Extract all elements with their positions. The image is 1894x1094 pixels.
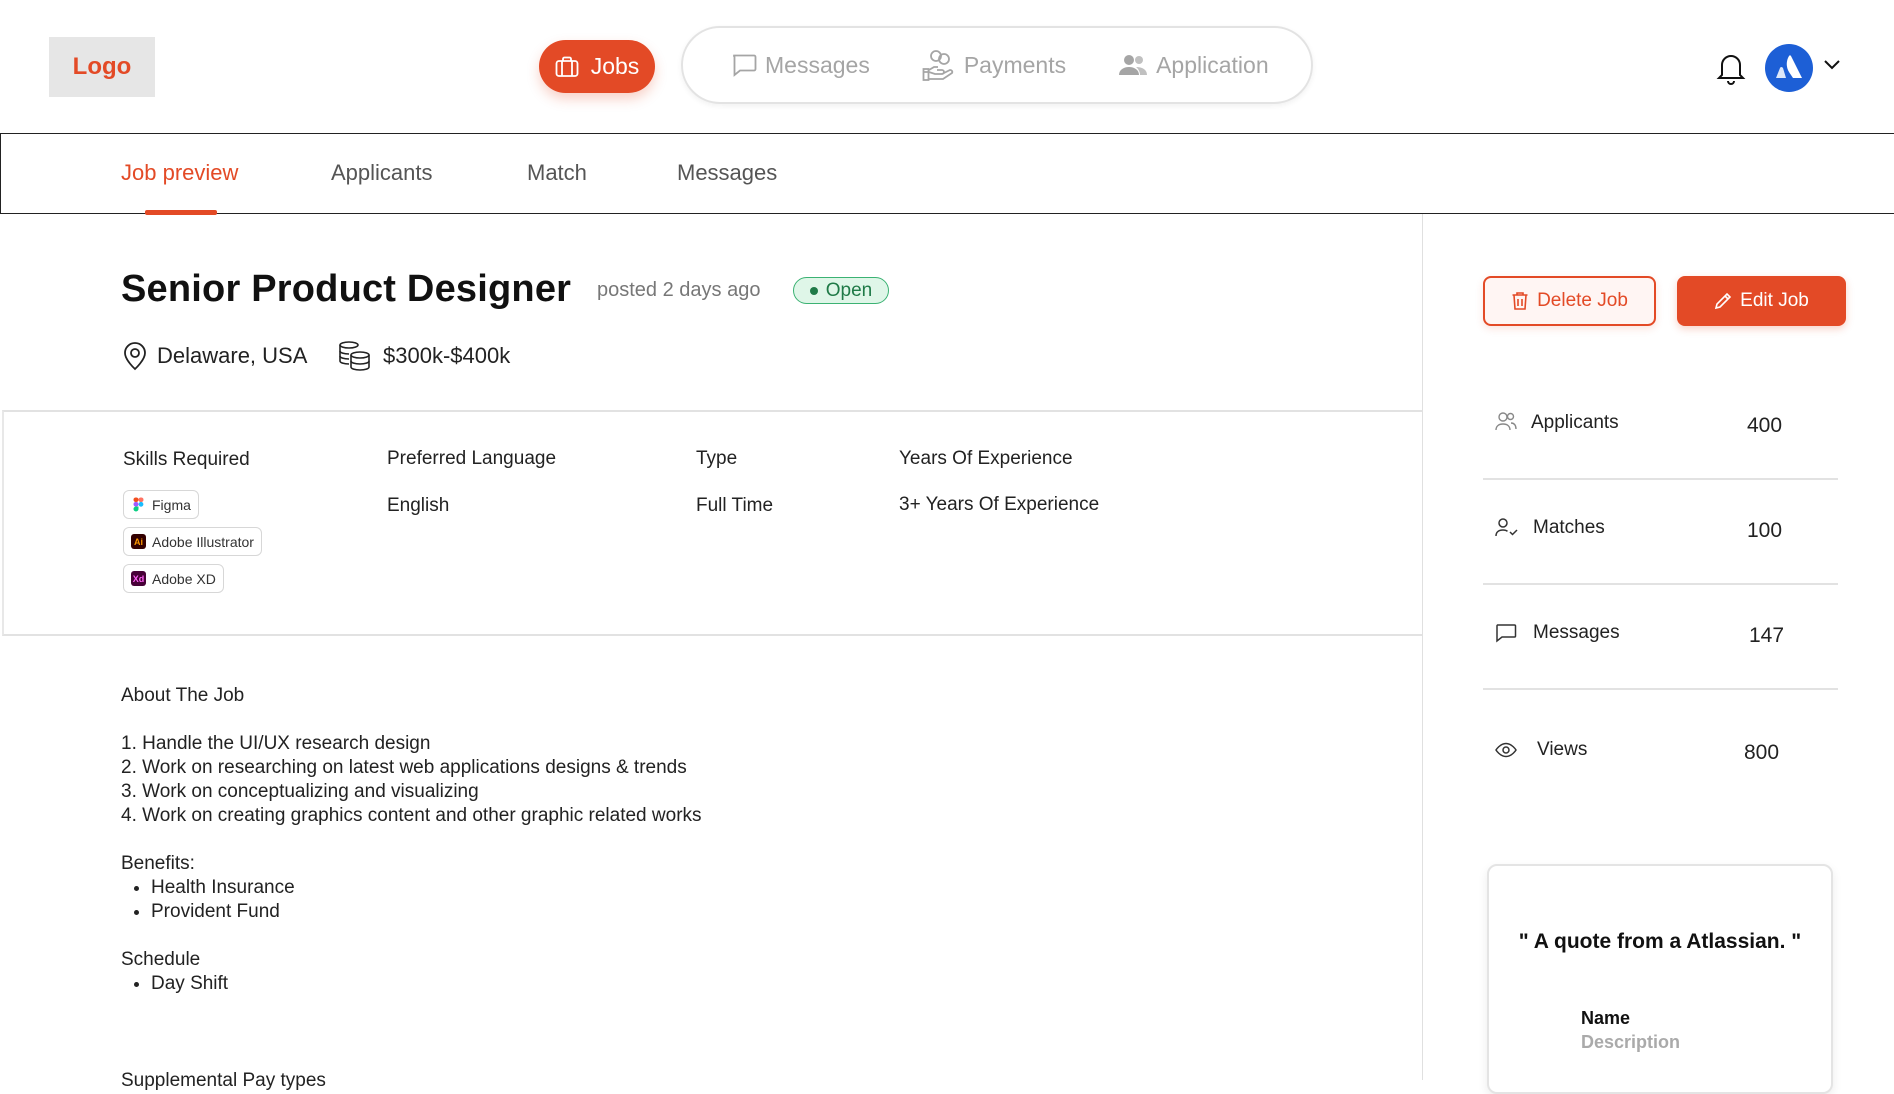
users-icon (1118, 53, 1148, 77)
edit-job-button[interactable]: Edit Job (1677, 276, 1846, 326)
job-title: Senior Product Designer (121, 268, 572, 310)
stat-messages: Messages 147 (1483, 585, 1838, 690)
stat-value: 147 (1749, 624, 1785, 647)
skill-tag-xd: Xd Adobe XD (123, 564, 224, 593)
tab-active-indicator (145, 210, 217, 215)
skill-figma-label: Figma (152, 496, 191, 513)
stat-label: Applicants (1531, 412, 1619, 433)
eye-icon (1495, 742, 1517, 758)
avatar[interactable] (1765, 44, 1813, 92)
message-icon (1495, 623, 1517, 643)
benefits-heading: Benefits: (121, 853, 195, 874)
nav-application-label: Application (1156, 51, 1269, 78)
tab-messages[interactable]: Messages (677, 160, 777, 186)
about-item: 1. Handle the UI/UX research design (121, 733, 431, 754)
nav-messages-label: Messages (765, 51, 870, 78)
nav-jobs-label: Jobs (590, 53, 640, 79)
status-label: Open (825, 279, 873, 301)
stat-value: 400 (1747, 414, 1783, 437)
stat-applicants: Applicants 400 (1483, 375, 1838, 480)
skill-xd-label: Adobe XD (152, 570, 216, 587)
quote-text: " A quote from a Atlassian. " (1518, 930, 1802, 953)
skill-tag-illustrator: Ai Adobe Illustrator (123, 527, 262, 556)
delete-job-button[interactable]: Delete Job (1483, 276, 1656, 326)
stat-views: Views 800 (1483, 690, 1838, 795)
logo[interactable]: Logo (49, 37, 155, 97)
quote-author-name: Name (1581, 1008, 1631, 1028)
nav-application[interactable]: Application (1118, 52, 1269, 79)
stat-label: Views (1537, 739, 1588, 760)
skill-tag-figma: Figma (123, 490, 199, 519)
tab-job-preview[interactable]: Job preview (121, 160, 238, 186)
trash-icon (1511, 291, 1529, 311)
briefcase-icon (555, 56, 579, 78)
nav-payments[interactable]: Payments (922, 48, 1066, 82)
job-description: About The Job 1. Handle the UI/UX resear… (121, 684, 761, 996)
about-item: 2. Work on researching on latest web app… (121, 757, 687, 778)
chevron-down-icon[interactable] (1822, 58, 1842, 72)
column-divider (1422, 214, 1423, 1080)
job-location: Delaware, USA (157, 343, 308, 368)
benefit-item: Health Insurance (151, 876, 761, 900)
coins-icon (337, 340, 371, 372)
language-value: English (387, 495, 450, 516)
bell-icon[interactable] (1715, 51, 1747, 85)
atlassian-logo-icon (1775, 54, 1803, 82)
pencil-icon (1714, 292, 1732, 310)
edit-job-label: Edit Job (1740, 290, 1809, 311)
type-value: Full Time (696, 495, 774, 516)
nav-jobs-button[interactable]: Jobs (539, 40, 655, 93)
stat-value: 800 (1744, 741, 1780, 764)
figma-icon (131, 497, 146, 512)
about-item: 3. Work on conceptualizing and visualizi… (121, 781, 479, 802)
stat-label: Messages (1533, 622, 1620, 643)
job-salary: $300k-$400k (383, 343, 511, 368)
payments-icon (922, 48, 956, 82)
status-dot (809, 286, 818, 295)
schedule-heading: Schedule (121, 949, 201, 970)
tab-match[interactable]: Match (527, 160, 587, 186)
experience-value: 3+ Years Of Experience (899, 494, 1100, 515)
schedule-item: Day Shift (151, 972, 761, 996)
nav-messages[interactable]: Messages (731, 52, 870, 79)
benefit-item: Provident Fund (151, 900, 761, 924)
message-icon (731, 53, 757, 77)
tab-applicants[interactable]: Applicants (331, 160, 433, 186)
location-pin-icon (122, 341, 148, 371)
nav-payments-label: Payments (963, 51, 1067, 78)
quote-author-description: Description (1581, 1032, 1681, 1052)
language-heading: Preferred Language (387, 448, 557, 469)
users-icon (1495, 411, 1517, 431)
stat-matches: Matches 100 (1483, 480, 1838, 585)
user-check-icon (1495, 517, 1519, 537)
quote-card: " A quote from a Atlassian. " Name Descr… (1487, 864, 1833, 1094)
adobe-illustrator-icon: Ai (131, 534, 146, 549)
about-heading: About The Job (121, 685, 245, 706)
about-item: 4. Work on creating graphics content and… (121, 805, 702, 826)
type-heading: Type (696, 448, 738, 469)
main-nav: Messages Payments Application (681, 26, 1313, 104)
posted-time: posted 2 days ago (597, 279, 761, 301)
tab-bar (0, 134, 1894, 214)
status-badge: Open (793, 277, 889, 304)
stat-label: Matches (1533, 517, 1605, 538)
experience-heading: Years Of Experience (899, 448, 1073, 469)
delete-job-label: Delete Job (1537, 290, 1628, 311)
skills-heading: Skills Required (123, 449, 250, 470)
stat-value: 100 (1747, 519, 1783, 542)
skill-illustrator-label: Adobe Illustrator (152, 533, 254, 550)
adobe-xd-icon: Xd (131, 571, 146, 586)
job-details-panel (2, 410, 1422, 636)
supplemental-heading: Supplemental Pay types (121, 1070, 326, 1091)
